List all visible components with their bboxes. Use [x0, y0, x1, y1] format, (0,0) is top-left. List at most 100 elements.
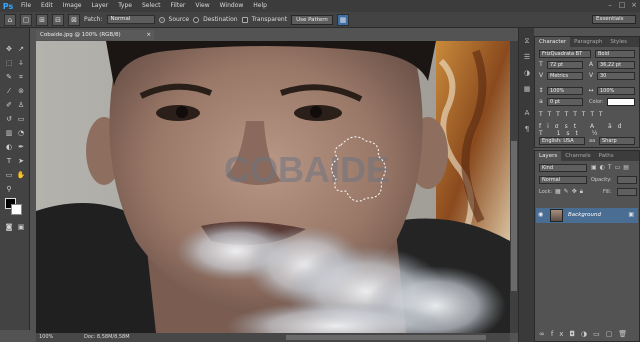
type-tool-icon[interactable]: T — [4, 156, 14, 166]
history-panel-icon[interactable]: ⧖ — [522, 36, 532, 46]
doc-size-info[interactable]: Doc: 8,58M/8,58M — [84, 333, 130, 342]
layers-footer-icons[interactable]: ∞fx◘◑▭▢🗑︎ — [539, 330, 633, 338]
maximize-icon[interactable]: □ — [618, 1, 626, 9]
language-select[interactable]: English: USA — [539, 137, 585, 145]
menu-layer[interactable]: Layer — [86, 0, 113, 12]
shape-tool-icon[interactable]: ▭ — [4, 170, 14, 180]
properties-panel-icon[interactable]: ☰ — [522, 52, 532, 62]
paragraph-panel-icon[interactable]: ¶ — [522, 124, 532, 134]
eyedropper-tool-icon[interactable]: ⁄ — [4, 86, 14, 96]
blur-tool-icon[interactable]: ◔ — [16, 128, 26, 138]
font-size-icon: T — [539, 61, 543, 68]
document-tab[interactable]: Cobaide.jpg @ 100% (RGB/8) × — [36, 30, 154, 40]
use-pattern-button[interactable]: Use Pattern — [291, 14, 333, 25]
leading-field[interactable]: 36,22 pt — [597, 61, 635, 69]
opacity-field[interactable] — [617, 176, 637, 184]
lasso-tool-icon[interactable]: ↆ — [16, 58, 26, 68]
kerning-field[interactable]: Metrics — [547, 72, 583, 80]
options-bar: ⌂ ▢ ⊞ ⊟ ⊠ Patch: Normal Source Destinati… — [0, 12, 640, 28]
path-select-tool-icon[interactable]: ➤ — [16, 156, 26, 166]
add-selection-icon[interactable]: ⊞ — [36, 13, 48, 26]
crop-tool-icon[interactable]: ⌗ — [16, 72, 26, 82]
layers-panel-tabs: Layers Channels Paths — [535, 151, 639, 161]
adjustments-panel-icon[interactable]: ◑ — [522, 68, 532, 78]
workspace-select[interactable]: Essentials — [592, 15, 636, 24]
eye-icon[interactable]: ◉ — [538, 211, 546, 219]
dodge-tool-icon[interactable]: ◐ — [4, 142, 14, 152]
tab-layers[interactable]: Layers — [535, 151, 562, 161]
layer-name[interactable]: Background — [568, 212, 601, 218]
window-controls: – □ × — [606, 1, 638, 9]
character-panel-icon[interactable]: A — [522, 108, 532, 118]
patch-tool-active-icon[interactable]: ⊚ — [16, 86, 26, 96]
background-color-swatch[interactable] — [11, 204, 22, 215]
destination-radio[interactable] — [193, 16, 200, 23]
close-document-icon[interactable]: × — [146, 30, 151, 40]
text-color-swatch[interactable] — [607, 98, 635, 106]
menu-view[interactable]: View — [190, 0, 214, 12]
tab-character[interactable]: Character — [535, 37, 571, 47]
vertical-scale-field[interactable]: 100% — [547, 87, 583, 95]
menu-filter[interactable]: Filter — [166, 0, 191, 12]
tracking-field[interactable]: 30 — [597, 72, 635, 80]
document-canvas[interactable]: COBAIDE — [36, 41, 510, 333]
tab-paragraph[interactable]: Paragraph — [570, 37, 606, 47]
opentype-buttons[interactable]: fiσst A ād T 1st ½ — [539, 123, 639, 137]
antialias-select[interactable]: Sharp — [599, 137, 635, 145]
intersect-selection-icon[interactable]: ⊠ — [68, 13, 80, 26]
layer-filter-icons[interactable]: ▣◐T▭▤ — [591, 164, 632, 171]
tab-channels[interactable]: Channels — [561, 151, 594, 161]
lock-icon: ▣ — [628, 211, 634, 218]
marquee-tool-icon[interactable]: ⬚ — [4, 58, 14, 68]
lock-icons[interactable]: ▦✎✥🔒︎ — [555, 188, 586, 196]
fill-field[interactable] — [617, 188, 637, 196]
layer-row-background[interactable]: ◉ Background ▣ — [536, 208, 638, 223]
zoom-level[interactable]: 100% — [39, 333, 53, 342]
new-selection-icon[interactable]: ▢ — [20, 13, 32, 26]
type-style-buttons[interactable]: TTTTTTTT — [539, 111, 639, 120]
patch-mode-select[interactable]: Normal — [106, 15, 155, 24]
horizontal-scale-field[interactable]: 100% — [597, 87, 635, 95]
clone-stamp-tool-icon[interactable]: ♙ — [16, 100, 26, 110]
quick-select-tool-icon[interactable]: ✎ — [4, 72, 14, 82]
menu-file[interactable]: File — [16, 0, 36, 12]
pen-tool-icon[interactable]: ✒ — [16, 142, 26, 152]
subtract-selection-icon[interactable]: ⊟ — [52, 13, 64, 26]
canvas-vertical-scrollbar[interactable] — [510, 41, 518, 333]
baseline-shift-field[interactable]: 0 pt — [547, 98, 583, 106]
menu-select[interactable]: Select — [137, 0, 166, 12]
gradient-tool-icon[interactable]: ▥ — [4, 128, 14, 138]
swatches-panel-icon[interactable]: ▦ — [522, 84, 532, 94]
menu-edit[interactable]: Edit — [36, 0, 58, 12]
layer-filter-kind-select[interactable]: Kind — [539, 164, 587, 172]
font-style-select[interactable]: Bold — [595, 50, 635, 58]
blend-mode-select[interactable]: Normal — [539, 176, 587, 184]
tab-paths[interactable]: Paths — [595, 151, 618, 161]
canvas-horizontal-scrollbar[interactable] — [286, 335, 486, 340]
eraser-tool-icon[interactable]: ▭ — [16, 114, 26, 124]
quick-mask-icon[interactable]: ◙ — [4, 222, 14, 232]
menu-image[interactable]: Image — [58, 0, 87, 12]
patch-tool-icon[interactable]: ⌂ — [4, 13, 16, 26]
history-brush-tool-icon[interactable]: ↺ — [4, 114, 14, 124]
menu-help[interactable]: Help — [248, 0, 272, 12]
pattern-picker-icon[interactable]: ▦ — [336, 13, 349, 26]
font-size-field[interactable]: 72 pt — [547, 61, 583, 69]
source-radio[interactable] — [158, 16, 165, 23]
horizontal-scale-icon: ↔ — [588, 87, 594, 94]
menu-type[interactable]: Type — [113, 0, 137, 12]
tab-styles[interactable]: Styles — [606, 37, 631, 47]
artboard-tool-icon[interactable]: ↗ — [16, 44, 26, 54]
move-tool-icon[interactable]: ✥ — [4, 44, 14, 54]
close-icon[interactable]: × — [630, 1, 638, 9]
antialias-icon: aa — [589, 138, 596, 144]
font-family-select[interactable]: FrizQuadrata BT — [539, 50, 591, 58]
minimize-icon[interactable]: – — [606, 1, 614, 9]
transparent-checkbox[interactable] — [241, 16, 248, 23]
zoom-tool-icon[interactable]: ⚲ — [4, 184, 14, 194]
screen-mode-icon[interactable]: ▣ — [16, 222, 26, 232]
hand-tool-icon[interactable]: ✋ — [16, 170, 26, 180]
scroll-thumb[interactable] — [511, 141, 517, 291]
menu-window[interactable]: Window — [215, 0, 249, 12]
brush-tool-icon[interactable]: ✐ — [4, 100, 14, 110]
